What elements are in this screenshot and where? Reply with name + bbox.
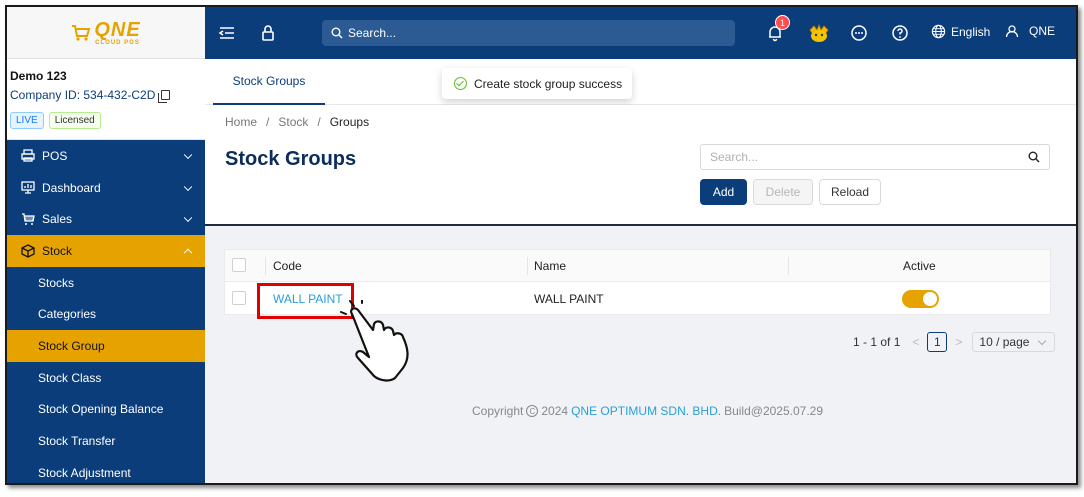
breadcrumb-home[interactable]: Home bbox=[225, 115, 257, 129]
crown-avatar-icon[interactable] bbox=[808, 23, 830, 43]
sidebar-item-stock[interactable]: Stock bbox=[7, 235, 205, 267]
footer-year: 2024 bbox=[541, 404, 569, 418]
column-divider bbox=[788, 257, 789, 275]
active-toggle[interactable] bbox=[902, 290, 939, 308]
sidebar-item-label: Sales bbox=[42, 212, 73, 227]
search-icon bbox=[331, 27, 343, 39]
logo-sub: CLOUD POS bbox=[95, 39, 140, 46]
dashboard-icon bbox=[20, 181, 36, 195]
success-toast: Create stock group success bbox=[442, 68, 632, 99]
select-all-checkbox[interactable] bbox=[232, 258, 246, 272]
pagination: 1 - 1 of 1 < 1 > 10 / page bbox=[853, 332, 1056, 352]
footer-prefix: Copyright bbox=[472, 404, 524, 418]
help-icon[interactable] bbox=[891, 24, 909, 42]
chevron-down-icon bbox=[183, 182, 193, 191]
notification-badge: 1 bbox=[775, 15, 790, 30]
sidebar-subitem-categories[interactable]: Categories bbox=[7, 298, 205, 330]
sidebar: QNE CLOUD POS Demo 123 Company ID: 534-4… bbox=[7, 7, 205, 483]
check-circle-icon bbox=[454, 77, 467, 90]
sidebar-subitem-stock-transfer[interactable]: Stock Transfer bbox=[7, 425, 205, 457]
chevron-down-icon bbox=[183, 213, 193, 223]
footer-build: Build@2025.07.29 bbox=[724, 404, 824, 418]
logo-main: QNE bbox=[94, 18, 141, 41]
table-header: Code Name Active bbox=[225, 250, 1050, 282]
sidebar-item-pos[interactable]: POS bbox=[7, 140, 205, 172]
chevron-down-icon bbox=[183, 150, 193, 159]
breadcrumb-stock[interactable]: Stock bbox=[278, 115, 308, 129]
menu-fold-icon[interactable] bbox=[218, 24, 236, 42]
column-header-name[interactable]: Name bbox=[534, 259, 566, 273]
language-label: English bbox=[951, 24, 991, 39]
user-menu[interactable]: QNE bbox=[1005, 24, 1055, 38]
sidebar-item-label: Dashboard bbox=[42, 180, 101, 195]
search-icon[interactable] bbox=[1028, 151, 1040, 163]
main-content: Stock Groups Create stock group success … bbox=[205, 59, 1076, 483]
column-header-code[interactable]: Code bbox=[273, 259, 302, 273]
sidebar-subitem-stock-opening-balance[interactable]: Stock Opening Balance bbox=[7, 394, 205, 426]
search-input[interactable]: Search... bbox=[700, 144, 1050, 170]
page-size-select[interactable]: 10 / page bbox=[972, 332, 1056, 352]
sidebar-subitem-stock-adjustment[interactable]: Stock Adjustment bbox=[7, 457, 205, 483]
live-badge: LIVE bbox=[10, 112, 44, 129]
sidebar-item-dashboard[interactable]: Dashboard bbox=[7, 172, 205, 204]
footer: Copyright C 2024 QNE OPTIMUM SDN. BHD. B… bbox=[472, 404, 823, 418]
row-checkbox[interactable] bbox=[232, 291, 246, 305]
sidebar-item-sales[interactable]: Sales bbox=[7, 203, 205, 235]
search-placeholder: Search... bbox=[710, 150, 759, 164]
add-button[interactable]: Add bbox=[700, 179, 747, 205]
globe-icon bbox=[931, 24, 946, 39]
chat-icon[interactable] bbox=[850, 24, 868, 42]
reload-button[interactable]: Reload bbox=[819, 179, 881, 205]
pagination-range: 1 - 1 of 1 bbox=[853, 335, 901, 349]
tab-stock-groups[interactable]: Stock Groups bbox=[213, 59, 325, 105]
column-header-active[interactable]: Active bbox=[903, 259, 936, 273]
tab-bar: Stock Groups Create stock group success bbox=[205, 59, 1076, 105]
sidebar-subitem-stock-class[interactable]: Stock Class bbox=[7, 362, 205, 394]
breadcrumb: Home / Stock / Groups bbox=[225, 115, 369, 129]
chevron-up-icon bbox=[183, 248, 193, 257]
printer-icon bbox=[20, 149, 36, 163]
company-id: Company ID: 534-432-C2D bbox=[10, 88, 156, 102]
next-page-button[interactable]: > bbox=[955, 335, 962, 349]
sidebar-subitem-stock-group[interactable]: Stock Group bbox=[7, 330, 205, 362]
page-title: Stock Groups bbox=[225, 148, 357, 170]
footer-company-link[interactable]: QNE OPTIMUM SDN. BHD. bbox=[571, 404, 721, 418]
company-panel: Demo 123 Company ID: 534-432-C2D LIVE Li… bbox=[7, 59, 205, 140]
page-header: Home / Stock / Groups Stock Groups Searc… bbox=[205, 105, 1076, 226]
page-1-button[interactable]: 1 bbox=[927, 332, 948, 352]
prev-page-button[interactable]: < bbox=[912, 335, 919, 349]
breadcrumb-separator: / bbox=[266, 115, 270, 129]
lock-icon[interactable] bbox=[259, 24, 277, 42]
global-search-input[interactable]: Search... bbox=[322, 20, 735, 46]
user-name: QNE bbox=[1029, 24, 1056, 38]
app-window: QNE CLOUD POS Demo 123 Company ID: 534-4… bbox=[5, 5, 1078, 485]
logo[interactable]: QNE CLOUD POS bbox=[71, 20, 140, 46]
copy-icon[interactable] bbox=[158, 90, 171, 103]
column-divider bbox=[265, 257, 266, 275]
sidebar-item-label: POS bbox=[42, 148, 68, 163]
column-divider bbox=[527, 257, 528, 275]
delete-button[interactable]: Delete bbox=[753, 179, 813, 205]
company-name: Demo 123 bbox=[10, 69, 67, 83]
user-icon bbox=[1005, 25, 1019, 38]
breadcrumb-current: Groups bbox=[329, 115, 370, 129]
top-bar: Search... 1 English QNE bbox=[205, 7, 1076, 59]
pointing-hand-icon bbox=[340, 300, 409, 382]
licensed-badge: Licensed bbox=[48, 112, 101, 129]
global-search-placeholder: Search... bbox=[348, 26, 397, 40]
row-name: WALL PAINT bbox=[534, 292, 604, 306]
logo-area: QNE CLOUD POS bbox=[7, 7, 205, 59]
toast-message: Create stock group success bbox=[474, 76, 623, 91]
copyright-icon: C bbox=[526, 405, 539, 417]
language-selector[interactable]: English bbox=[931, 24, 990, 39]
sidebar-item-label: Stock bbox=[42, 243, 73, 258]
cart-icon bbox=[20, 212, 36, 226]
breadcrumb-separator: / bbox=[317, 115, 321, 129]
box-icon bbox=[20, 244, 36, 258]
sidebar-subitem-stocks[interactable]: Stocks bbox=[7, 267, 205, 299]
cart-logo-icon bbox=[72, 24, 91, 41]
